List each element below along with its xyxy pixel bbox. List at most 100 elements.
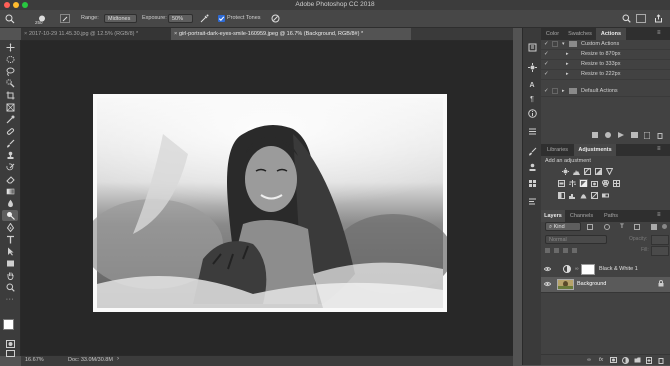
- action-set-row[interactable]: ✓ ▸ Default Actions: [541, 87, 670, 97]
- chevron-right-icon[interactable]: ▸: [566, 70, 569, 79]
- curves-icon[interactable]: [583, 167, 592, 175]
- delete-icon[interactable]: [656, 131, 664, 139]
- new-adjustment-layer-icon[interactable]: [621, 356, 629, 364]
- tab-color[interactable]: Color: [541, 28, 564, 40]
- path-selection-tool-icon[interactable]: [2, 246, 18, 257]
- link-layers-icon[interactable]: ∞: [585, 356, 593, 364]
- spot-healing-tool-icon[interactable]: [2, 126, 18, 137]
- tab-document-2[interactable]: × girl-portrait-dark-eyes-smile-160959.j…: [171, 28, 411, 40]
- screen-mode-icon[interactable]: [2, 348, 18, 359]
- rectangle-tool-icon[interactable]: [2, 258, 18, 269]
- dodge-tool-icon[interactable]: [4, 13, 16, 24]
- share-icon[interactable]: [652, 14, 664, 23]
- lasso-tool-icon[interactable]: [2, 66, 18, 77]
- levels-icon[interactable]: [572, 167, 581, 175]
- blend-mode-dropdown[interactable]: Normal: [545, 235, 607, 244]
- lock-brush-icon[interactable]: [554, 248, 559, 253]
- delete-layer-icon[interactable]: [657, 356, 665, 364]
- lock-all-icon[interactable]: [572, 248, 577, 253]
- record-icon[interactable]: [604, 131, 612, 139]
- checkmark-icon[interactable]: ✓: [544, 50, 549, 59]
- more-tools-icon[interactable]: ···: [2, 294, 18, 305]
- shape-filter-icon[interactable]: [634, 224, 641, 230]
- clone-source-panel-icon[interactable]: [527, 162, 537, 172]
- color-balance-icon[interactable]: [568, 179, 577, 187]
- hand-tool-icon[interactable]: [2, 270, 18, 281]
- zoom-tool-icon[interactable]: [2, 282, 18, 293]
- pixel-filter-icon[interactable]: [587, 224, 593, 230]
- panel-menu-icon[interactable]: ≡: [657, 30, 661, 36]
- search-icon[interactable]: [621, 14, 631, 23]
- protect-tones-checkbox[interactable]: [218, 15, 225, 22]
- panel-menu-icon[interactable]: ≡: [657, 146, 661, 152]
- checkmark-icon[interactable]: ✓: [544, 60, 549, 69]
- layer-mask-thumbnail[interactable]: [581, 264, 595, 275]
- paragraph-panel-icon[interactable]: ¶: [527, 94, 537, 104]
- history-panel-icon[interactable]: [527, 42, 537, 52]
- eyedropper-tool-icon[interactable]: [2, 114, 18, 125]
- adjustment-filter-icon[interactable]: [603, 224, 610, 230]
- brightness-contrast-icon[interactable]: [561, 167, 570, 175]
- layer-name[interactable]: Black & White 1: [599, 266, 638, 272]
- eraser-tool-icon[interactable]: [2, 174, 18, 185]
- selective-color-icon[interactable]: [590, 191, 599, 199]
- brush-settings-icon[interactable]: [60, 14, 70, 23]
- tab-actions[interactable]: Actions: [596, 28, 626, 40]
- frame-tool-icon[interactable]: [2, 102, 18, 113]
- color-lookup-icon[interactable]: [612, 179, 621, 187]
- properties-panel-icon[interactable]: [527, 126, 537, 136]
- tab-libraries[interactable]: Libraries: [541, 144, 574, 156]
- eye-icon[interactable]: [543, 281, 552, 289]
- checkmark-icon[interactable]: ✓: [544, 87, 549, 96]
- tab-swatches[interactable]: Swatches: [564, 28, 596, 40]
- checkmark-icon[interactable]: ✓: [544, 40, 549, 49]
- action-item-row[interactable]: ✓ ▸ Resize to 870px: [541, 50, 670, 60]
- lock-pixels-icon[interactable]: [545, 248, 550, 253]
- airbrush-icon[interactable]: [199, 14, 209, 23]
- exposure-icon[interactable]: [594, 167, 603, 175]
- action-item-row[interactable]: ✓ ▸ Resize to 333px: [541, 60, 670, 70]
- status-menu-icon[interactable]: ›: [117, 356, 119, 362]
- close-tab-icon[interactable]: ×: [174, 28, 177, 40]
- hue-saturation-icon[interactable]: [557, 179, 566, 187]
- tab-channels[interactable]: Channels: [565, 210, 598, 222]
- chain-icon[interactable]: ∞: [575, 266, 579, 272]
- move-tool-icon[interactable]: [2, 42, 18, 53]
- layer-row[interactable]: ∞ Black & White 1: [541, 262, 670, 278]
- brushes-panel-icon[interactable]: [527, 146, 537, 156]
- exposure-field[interactable]: 50%: [168, 14, 193, 23]
- pen-tool-icon[interactable]: [2, 222, 18, 233]
- blur-tool-icon[interactable]: [2, 198, 18, 209]
- chevron-right-icon[interactable]: ▸: [566, 50, 569, 59]
- info-panel-icon[interactable]: [527, 108, 537, 118]
- clone-stamp-tool-icon[interactable]: [2, 150, 18, 161]
- type-tool-icon[interactable]: [2, 234, 18, 245]
- gradient-map-icon[interactable]: [601, 191, 610, 199]
- chevron-right-icon[interactable]: ▸: [562, 87, 565, 96]
- tab-paths[interactable]: Paths: [598, 210, 624, 222]
- document-image[interactable]: [93, 94, 447, 312]
- posterize-icon[interactable]: [568, 191, 577, 199]
- glyphs-panel-icon[interactable]: [527, 178, 537, 188]
- brush-tool-icon[interactable]: [2, 138, 18, 149]
- new-set-icon[interactable]: [630, 131, 638, 139]
- brightness-panel-icon[interactable]: [527, 62, 537, 72]
- opacity-field[interactable]: [651, 235, 669, 245]
- workspace-icon[interactable]: [636, 14, 646, 23]
- vibrance-icon[interactable]: [605, 167, 614, 175]
- crop-tool-icon[interactable]: [2, 90, 18, 101]
- layer-row[interactable]: Background: [541, 277, 670, 293]
- layer-name[interactable]: Background: [577, 281, 606, 287]
- add-mask-icon[interactable]: [609, 356, 617, 364]
- quick-selection-tool-icon[interactable]: [2, 78, 18, 89]
- close-tab-icon[interactable]: ×: [24, 28, 27, 40]
- type-filter-icon[interactable]: T: [620, 224, 624, 231]
- range-dropdown[interactable]: Midtones: [104, 14, 137, 23]
- layer-filter-kind-dropdown[interactable]: ⌕ Kind: [545, 222, 581, 231]
- channel-mixer-icon[interactable]: [601, 179, 610, 187]
- foreground-color-swatch[interactable]: [3, 319, 14, 330]
- action-item-row[interactable]: ✓ ▸ Resize to 222px: [541, 70, 670, 80]
- lock-position-icon[interactable]: [563, 248, 568, 253]
- character-panel-icon[interactable]: A: [527, 80, 537, 90]
- dialog-toggle[interactable]: [552, 88, 558, 94]
